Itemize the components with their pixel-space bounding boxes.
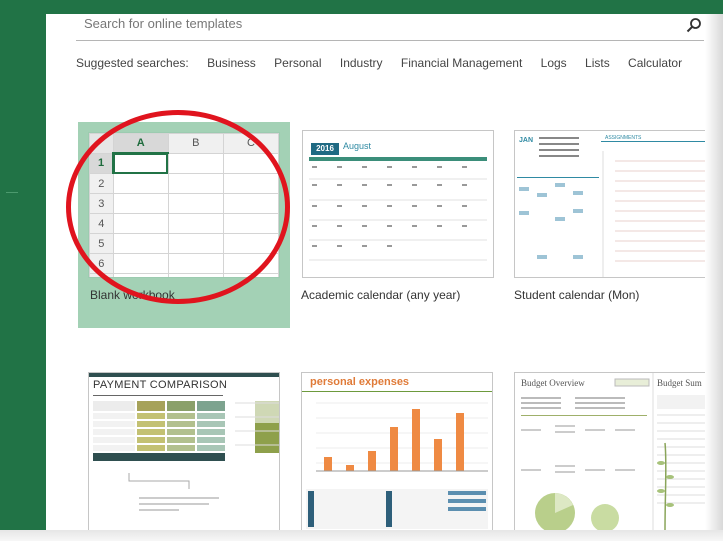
- highlight-ring: [66, 110, 290, 304]
- suggested-searches-label: Suggested searches:: [76, 56, 189, 70]
- suggested-searches: Suggested searches: Business Personal In…: [76, 56, 697, 70]
- template-personal-expenses[interactable]: personal expenses: [301, 372, 493, 530]
- template-budget-overview[interactable]: Budget Overview Budget Sum: [514, 372, 705, 530]
- calendar-grid-preview: [309, 157, 487, 261]
- suggested-link-lists[interactable]: Lists: [585, 56, 610, 70]
- template-payment-comparison[interactable]: PAYMENT COMPARISON: [88, 372, 280, 530]
- backstage-sidebar: [0, 14, 46, 541]
- template-caption-student: Student calendar (Mon): [514, 288, 640, 302]
- personal-expenses-chart-preview: [302, 391, 492, 529]
- suggested-link-financial-management[interactable]: Financial Management: [401, 56, 522, 70]
- payment-comparison-preview: [89, 373, 279, 511]
- calendar-month: August: [343, 141, 372, 151]
- scroll-edge: [705, 14, 723, 541]
- suggested-link-logs[interactable]: Logs: [541, 56, 567, 70]
- suggested-link-business[interactable]: Business: [207, 56, 256, 70]
- title-bar: [0, 0, 723, 14]
- suggested-link-industry[interactable]: Industry: [340, 56, 383, 70]
- search-input[interactable]: Search for online templates: [84, 16, 242, 31]
- student-calendar-preview: [517, 137, 705, 277]
- template-academic-calendar[interactable]: 2016 August: [302, 130, 494, 278]
- search-box[interactable]: Search for online templates: [76, 14, 704, 41]
- budget-overview-preview: [521, 373, 705, 530]
- template-caption-academic: Academic calendar (any year): [301, 288, 461, 302]
- template-student-calendar[interactable]: JAN ASSIGNMENTS: [514, 130, 705, 278]
- suggested-link-calculator[interactable]: Calculator: [628, 56, 682, 70]
- window-bottom-edge: [0, 530, 723, 541]
- sidebar-divider: [6, 192, 18, 193]
- calendar-year: 2016: [311, 143, 339, 155]
- new-workbook-pane: Search for online templates Suggested se…: [46, 14, 705, 530]
- suggested-link-personal[interactable]: Personal: [274, 56, 321, 70]
- search-icon[interactable]: [686, 17, 702, 33]
